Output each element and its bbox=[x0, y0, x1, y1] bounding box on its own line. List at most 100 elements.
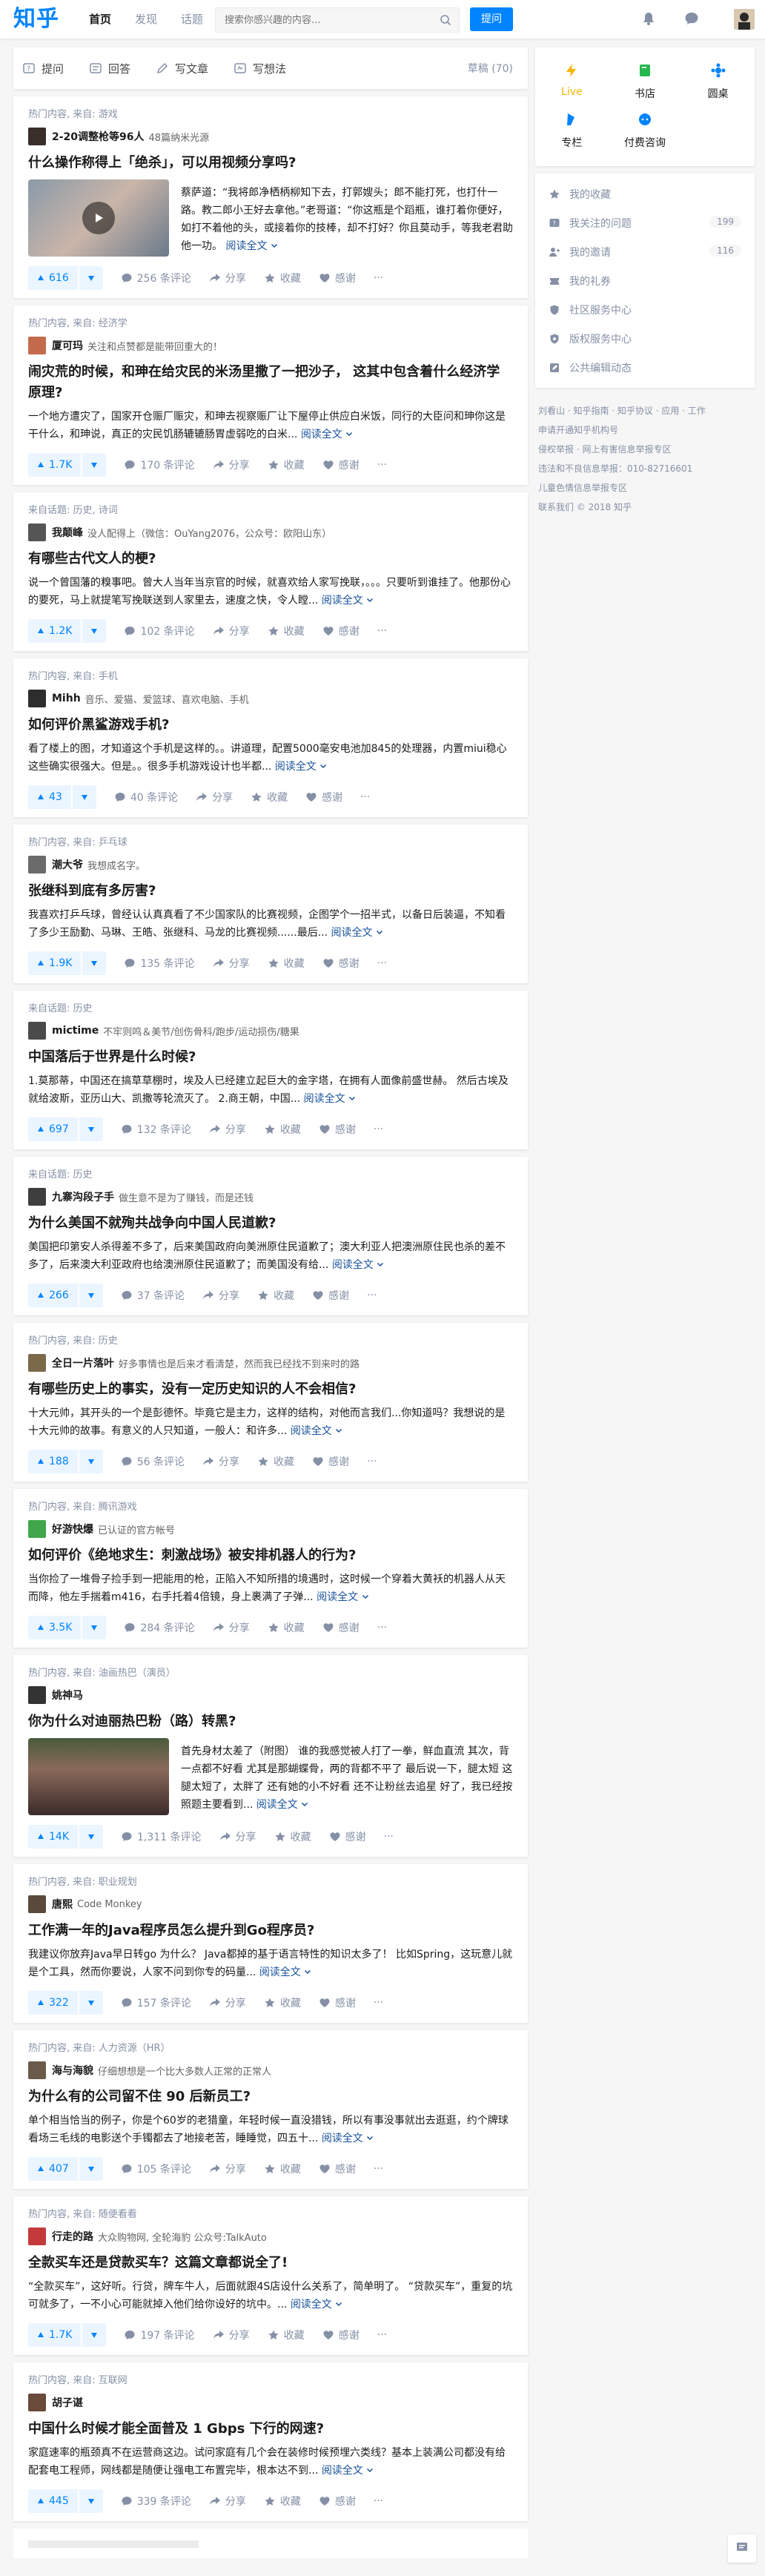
author-name[interactable]: 我颠峰 bbox=[52, 525, 83, 540]
downvote-button[interactable] bbox=[77, 1991, 103, 2015]
downvote-button[interactable] bbox=[78, 1825, 103, 1849]
footer-child-report[interactable]: 儿童色情信息举报专区 bbox=[538, 478, 752, 498]
read-more-link[interactable]: 阅读全文 bbox=[304, 1093, 356, 1105]
read-more-link[interactable]: 阅读全文 bbox=[301, 429, 353, 440]
question-title[interactable]: 如何评价《绝地求生：刺激战场》被安排机器人的行为? bbox=[28, 1545, 513, 1566]
collect-button[interactable]: 收藏 bbox=[268, 624, 305, 638]
author-avatar[interactable] bbox=[28, 1686, 46, 1704]
collect-button[interactable]: 收藏 bbox=[268, 2328, 305, 2342]
upvote-button[interactable]: 3.5K bbox=[28, 1616, 81, 1639]
answer-excerpt[interactable]: 家庭速率的瓶颈真不在运营商这边。试问家庭有几个会在装修时候预埋六类线？基本上装满… bbox=[28, 2444, 513, 2480]
downvote-button[interactable] bbox=[81, 619, 106, 643]
answer-excerpt[interactable]: 一个地方遭灾了，国家开仓赈厂赈灾，和珅去视察赈厂让下屋停止供应白米饭，同行的大臣… bbox=[28, 408, 513, 443]
upvote-button[interactable]: 1.7K bbox=[28, 2323, 81, 2347]
thanks-button[interactable]: 感谢 bbox=[322, 2328, 360, 2342]
share-button[interactable]: 分享 bbox=[209, 2494, 246, 2509]
author-avatar[interactable] bbox=[28, 337, 46, 354]
footer-links[interactable]: 刘看山 · 知乎指南 · 知乎协议 · 应用 · 工作 bbox=[538, 401, 752, 420]
more-button[interactable]: ··· bbox=[374, 1123, 383, 1135]
author-avatar[interactable] bbox=[28, 1022, 46, 1040]
composer-write-idea[interactable]: 写想法 bbox=[234, 61, 286, 76]
author-name[interactable]: 潮大爷 bbox=[52, 857, 83, 872]
sidebar-link-5[interactable]: 版权服务中心 bbox=[535, 324, 755, 353]
author-avatar[interactable] bbox=[28, 856, 46, 873]
read-more-link[interactable]: 阅读全文 bbox=[275, 761, 327, 773]
more-button[interactable]: ··· bbox=[377, 459, 387, 471]
answer-excerpt[interactable]: 我建议你放弃Java早日转go 为什么？ Java都掉的基于语言特性的知识太多了… bbox=[28, 1946, 513, 1981]
downvote-button[interactable] bbox=[77, 266, 103, 290]
answer-excerpt[interactable]: 我喜欢打乒乓球，曾经认认真真看了不少国家队的比赛视频，企图学个一招半式，以备日后… bbox=[28, 906, 513, 942]
answer-excerpt[interactable]: 单个相当恰当的例子，你是个60岁的老猎童，年轻时候一直没猎钱，所以有事没事就出去… bbox=[28, 2112, 513, 2147]
sidebar-link-0[interactable]: 我的收藏 bbox=[535, 179, 755, 208]
comments-button[interactable]: 135 条评论 bbox=[124, 956, 195, 971]
author-name[interactable]: 好游快爆 bbox=[52, 1522, 93, 1536]
read-more-link[interactable]: 阅读全文 bbox=[291, 1425, 342, 1437]
thanks-button[interactable]: 感谢 bbox=[322, 458, 360, 472]
thanks-button[interactable]: 感谢 bbox=[305, 790, 342, 805]
comments-button[interactable]: 170 条评论 bbox=[124, 458, 195, 472]
question-title[interactable]: 为什么有的公司留不住 90 后新员工? bbox=[28, 2087, 513, 2107]
footer-org-account[interactable]: 申请开通知乎机构号 bbox=[538, 420, 752, 440]
nav-home[interactable]: 首页 bbox=[77, 0, 123, 39]
author-name[interactable]: 行走的路 bbox=[52, 2229, 93, 2244]
ask-question-button[interactable]: 提问 bbox=[470, 7, 513, 31]
collect-button[interactable]: 收藏 bbox=[264, 1122, 301, 1137]
collect-button[interactable]: 收藏 bbox=[264, 1995, 301, 2010]
share-button[interactable]: 分享 bbox=[219, 1829, 256, 1844]
answer-excerpt[interactable]: 美国把印第安人杀得差不多了，后来美国政府向美洲原住民道歉了；澳大利亚人把澳洲原住… bbox=[28, 1238, 513, 1274]
answer-excerpt[interactable]: 1.莫那蒂，中国还在搞草草棚时，埃及人已经建立起巨大的金字塔，在拥有人面像前盛世… bbox=[28, 1072, 513, 1108]
play-video-icon[interactable] bbox=[82, 202, 115, 234]
read-more-link[interactable]: 阅读全文 bbox=[322, 595, 374, 607]
thanks-button[interactable]: 感谢 bbox=[312, 1454, 349, 1469]
author-name[interactable]: 全日一片落叶 bbox=[52, 1355, 114, 1370]
share-button[interactable]: 分享 bbox=[213, 2328, 250, 2342]
upvote-button[interactable]: 697 bbox=[28, 1117, 78, 1141]
sidebar-link-2[interactable]: 我的邀请 116 bbox=[535, 237, 755, 266]
share-button[interactable]: 分享 bbox=[213, 956, 250, 971]
author-avatar[interactable] bbox=[28, 2394, 46, 2411]
read-more-link[interactable]: 阅读全文 bbox=[317, 1591, 368, 1603]
upvote-button[interactable]: 1.7K bbox=[28, 453, 81, 477]
comments-button[interactable]: 256 条评论 bbox=[121, 271, 191, 285]
upvote-button[interactable]: 407 bbox=[28, 2157, 78, 2181]
bell-icon[interactable] bbox=[640, 10, 657, 30]
comments-button[interactable]: 40 条评论 bbox=[114, 790, 178, 805]
footer-report[interactable]: 侵权举报 · 网上有害信息举报专区 bbox=[538, 440, 752, 459]
composer-answer[interactable]: 回答 bbox=[89, 61, 130, 76]
sidebar-entry-3[interactable]: 专栏 bbox=[535, 108, 609, 157]
author-name[interactable]: 海与海貌 bbox=[52, 2063, 93, 2078]
more-button[interactable]: ··· bbox=[367, 1289, 377, 1301]
read-more-link[interactable]: 阅读全文 bbox=[256, 1799, 308, 1811]
comments-button[interactable]: 157 条评论 bbox=[121, 1995, 191, 2010]
downvote-button[interactable] bbox=[81, 1616, 106, 1639]
read-more-link[interactable]: 阅读全文 bbox=[322, 2465, 374, 2477]
question-title[interactable]: 什么操作称得上「绝杀」，可以用视频分享吗? bbox=[28, 153, 513, 174]
more-button[interactable]: ··· bbox=[377, 2329, 387, 2341]
thanks-button[interactable]: 感谢 bbox=[312, 1288, 349, 1303]
message-icon[interactable] bbox=[683, 10, 700, 30]
sidebar-entry-0[interactable]: Live bbox=[535, 59, 609, 108]
question-title[interactable]: 为什么美国不就殉共战争向中国人民道歉? bbox=[28, 1213, 513, 1234]
share-button[interactable]: 分享 bbox=[209, 1122, 246, 1137]
answer-excerpt[interactable]: 蔡萨道：“我将郎净栖柄柳知下去，打郭嫂头；郎不能打死，也打什一路。教二郎小王好去… bbox=[181, 184, 513, 257]
author-avatar[interactable] bbox=[28, 1354, 46, 1372]
comments-button[interactable]: 1,311 条评论 bbox=[121, 1829, 202, 1844]
downvote-button[interactable] bbox=[77, 1117, 103, 1141]
read-more-link[interactable]: 阅读全文 bbox=[259, 1966, 311, 1978]
more-button[interactable]: ··· bbox=[384, 1831, 394, 1843]
drafts-link[interactable]: 草稿 (70) bbox=[468, 61, 513, 76]
downvote-button[interactable] bbox=[77, 1450, 103, 1473]
thanks-button[interactable]: 感谢 bbox=[322, 624, 360, 638]
upvote-button[interactable]: 188 bbox=[28, 1450, 78, 1473]
thanks-button[interactable]: 感谢 bbox=[322, 956, 360, 971]
comments-button[interactable]: 197 条评论 bbox=[124, 2328, 195, 2342]
share-button[interactable]: 分享 bbox=[213, 624, 250, 638]
author-name[interactable]: 2-20调整枪等96人 bbox=[52, 129, 145, 144]
more-button[interactable]: ··· bbox=[377, 1622, 387, 1634]
answer-thumbnail[interactable] bbox=[28, 179, 169, 257]
upvote-button[interactable]: 43 bbox=[28, 785, 71, 809]
author-name[interactable]: 唐熙 bbox=[52, 1897, 73, 1912]
share-button[interactable]: 分享 bbox=[202, 1288, 239, 1303]
downvote-button[interactable] bbox=[77, 2157, 103, 2181]
upvote-button[interactable]: 1.2K bbox=[28, 619, 81, 643]
